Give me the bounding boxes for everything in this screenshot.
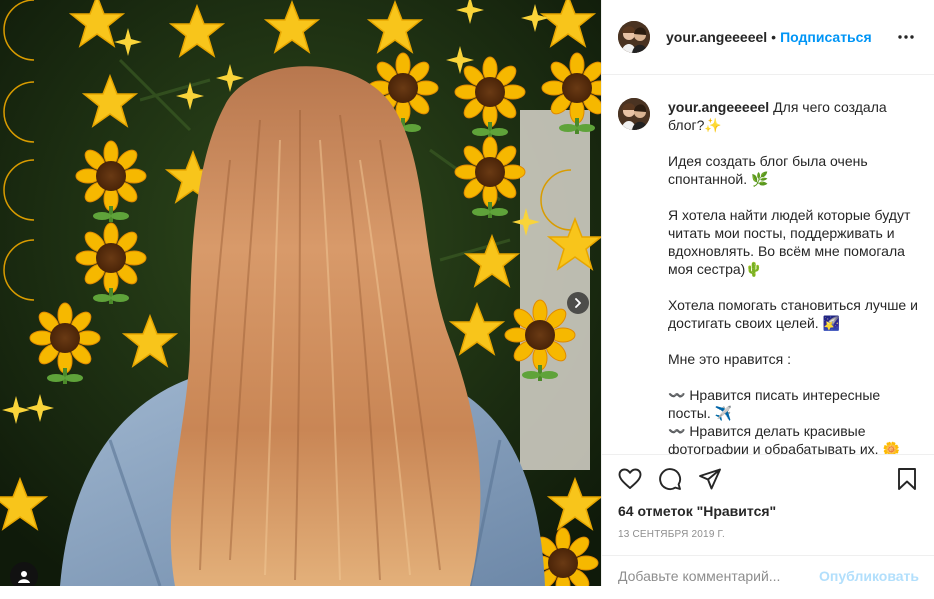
caption-line: 〰️ Нравится делать красивые фотографии и… [668, 423, 900, 454]
share-icon [699, 468, 721, 490]
post-date[interactable]: 13 сентября 2019 г. [618, 529, 919, 540]
caption-line: 〰️ Нравится писать интересные посты. ✈️ [668, 387, 881, 421]
caption-paragraph: your.angeeeeel Для чего создала блог?✨ [668, 99, 887, 133]
post-header: your.angeeeeel • Подписаться [602, 0, 934, 75]
like-button[interactable] [618, 467, 642, 491]
caption-paragraph: Мне это нравится : 〰️ Нравится писать ин… [668, 350, 918, 454]
avatar-image [618, 21, 650, 53]
separator-dot: • [771, 29, 777, 45]
caption-paragraph: Идея создать блог была очень спонтанной.… [668, 153, 868, 187]
action-icons-row [618, 455, 919, 503]
post-sidebar: your.angeeeeel • Подписаться your.angeee… [601, 0, 934, 586]
likes-count-link[interactable]: 64 отметок "Нравится" [618, 503, 919, 521]
caption-avatar[interactable] [618, 98, 650, 130]
avatar-image [618, 98, 650, 130]
post-actions: 64 отметок "Нравится" 13 сентября 2019 г… [602, 454, 934, 540]
publish-button[interactable]: Опубликовать [819, 568, 919, 584]
comment-button[interactable] [658, 467, 682, 491]
comment-input[interactable] [618, 567, 820, 584]
bookmark-icon [898, 468, 916, 490]
author-avatar[interactable] [618, 21, 650, 53]
user-tag-icon [18, 571, 30, 583]
caption-paragraph: Хотела помогать становиться лучше и дост… [668, 297, 918, 331]
photo-image [0, 0, 601, 586]
caption-line: Мне это нравится : [668, 351, 792, 367]
next-photo-button[interactable] [567, 292, 589, 314]
follow-button[interactable]: Подписаться [780, 29, 872, 45]
caption-text: your.angeeeeel Для чего создала блог?✨ Ид… [668, 98, 918, 454]
share-button[interactable] [698, 467, 722, 491]
heart-icon [618, 468, 642, 489]
caption-paragraph: Я хотела найти людей которые будут читат… [668, 207, 911, 277]
add-comment-form: Опубликовать [602, 555, 934, 599]
more-options-button[interactable] [894, 25, 918, 49]
author-username-link[interactable]: your.angeeeeel [666, 29, 767, 45]
post-photo[interactable] [0, 0, 601, 586]
post-caption: your.angeeeeel Для чего создала блог?✨ Ид… [618, 98, 919, 454]
chevron-right-icon [575, 298, 581, 308]
comments-area[interactable]: your.angeeeeel Для чего создала блог?✨ Ид… [602, 76, 934, 454]
save-button[interactable] [895, 467, 919, 491]
comment-icon [659, 468, 682, 491]
caption-username-link[interactable]: your.angeeeeel [668, 99, 769, 115]
more-icon [898, 35, 914, 39]
post-dialog: your.angeeeeel • Подписаться your.angeee… [0, 0, 934, 586]
tagged-users-button[interactable] [10, 562, 38, 586]
